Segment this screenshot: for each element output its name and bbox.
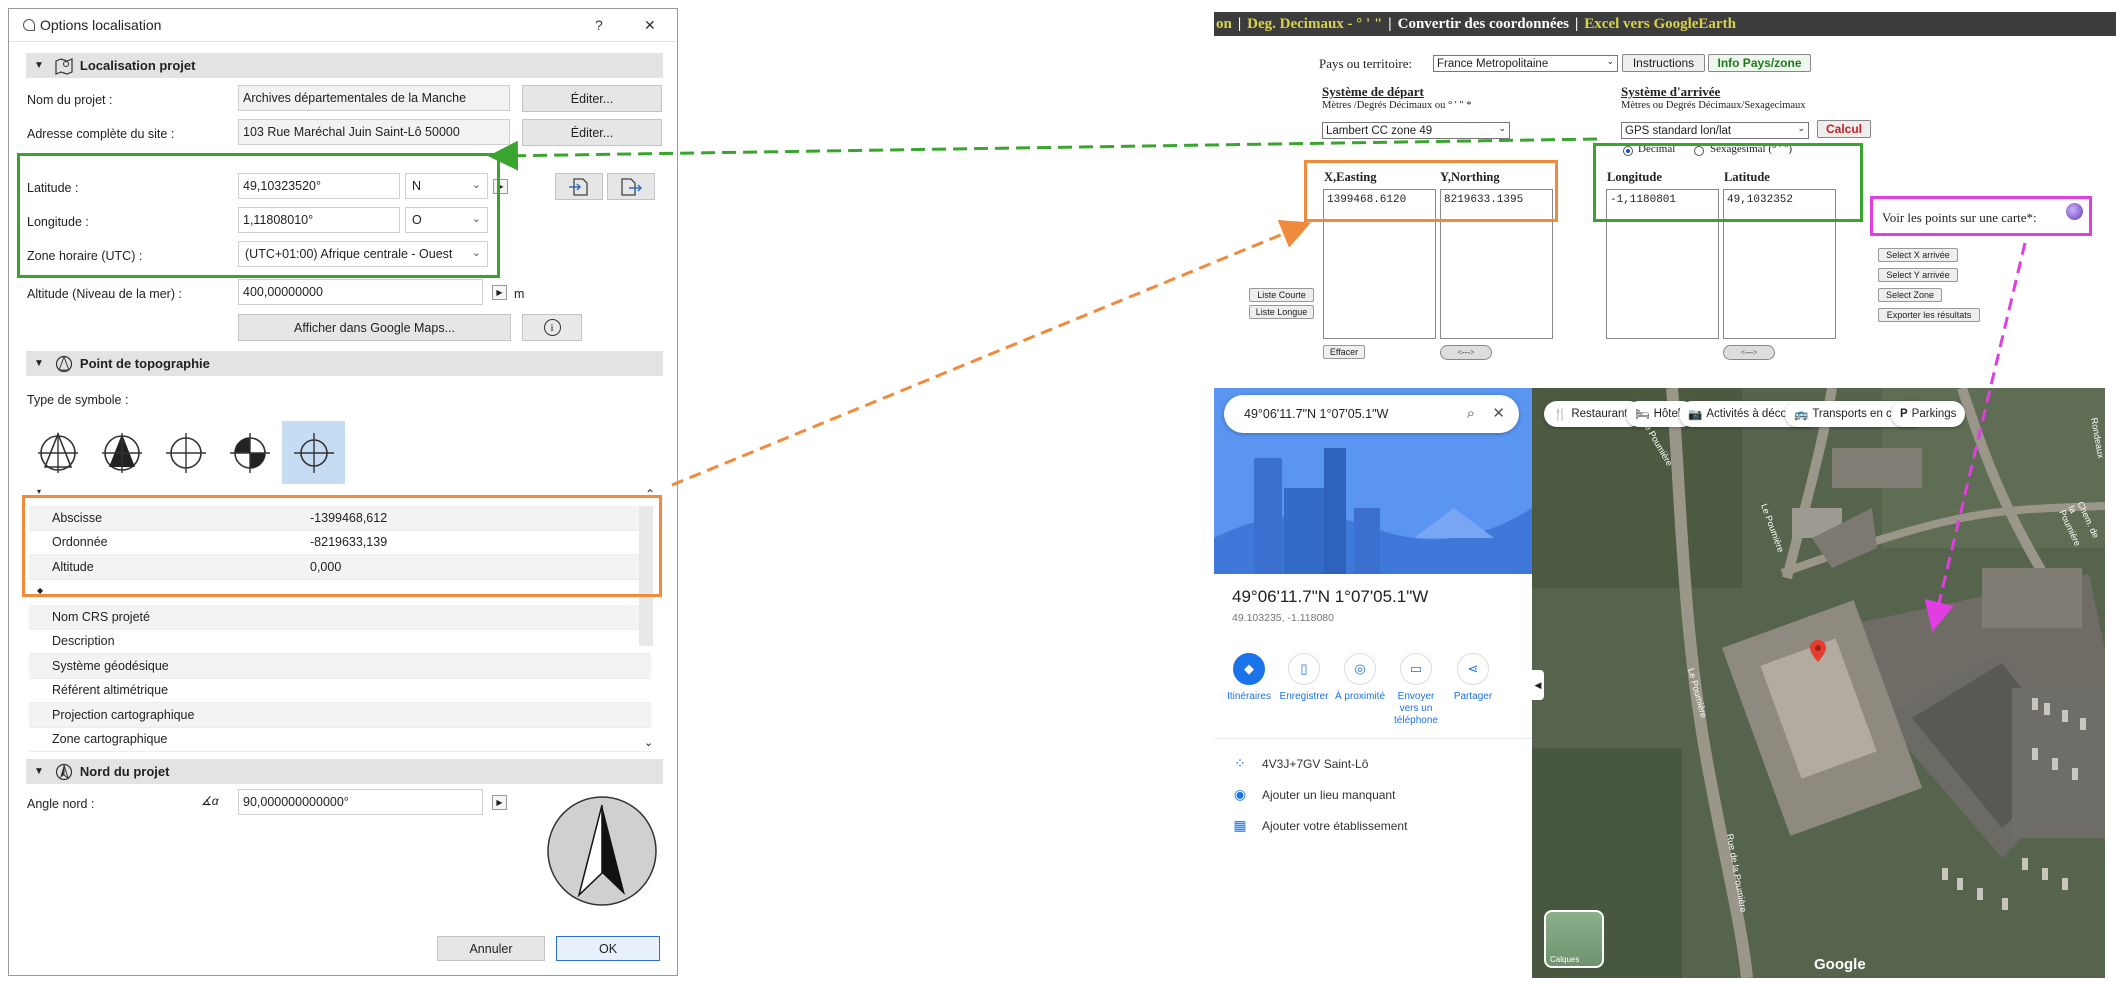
close-icon[interactable]: ✕ (1492, 404, 1505, 422)
orange-arrow (671, 219, 1312, 487)
search-icon[interactable]: ⌕ (1467, 405, 1475, 422)
maps-search-box[interactable]: 49°06'11.7"N 1°07'05.1"W ⌕ ✕ (1224, 395, 1519, 433)
magenta-arrow (1924, 242, 2027, 632)
green-arrow (488, 137, 1598, 171)
annotation-arrows (488, 137, 2027, 632)
composite-screenshot: Options localisation ? ✕ ▼ Localisation … (0, 0, 2121, 983)
maps-search-value: 49°06'11.7"N 1°07'05.1"W (1244, 407, 1389, 421)
